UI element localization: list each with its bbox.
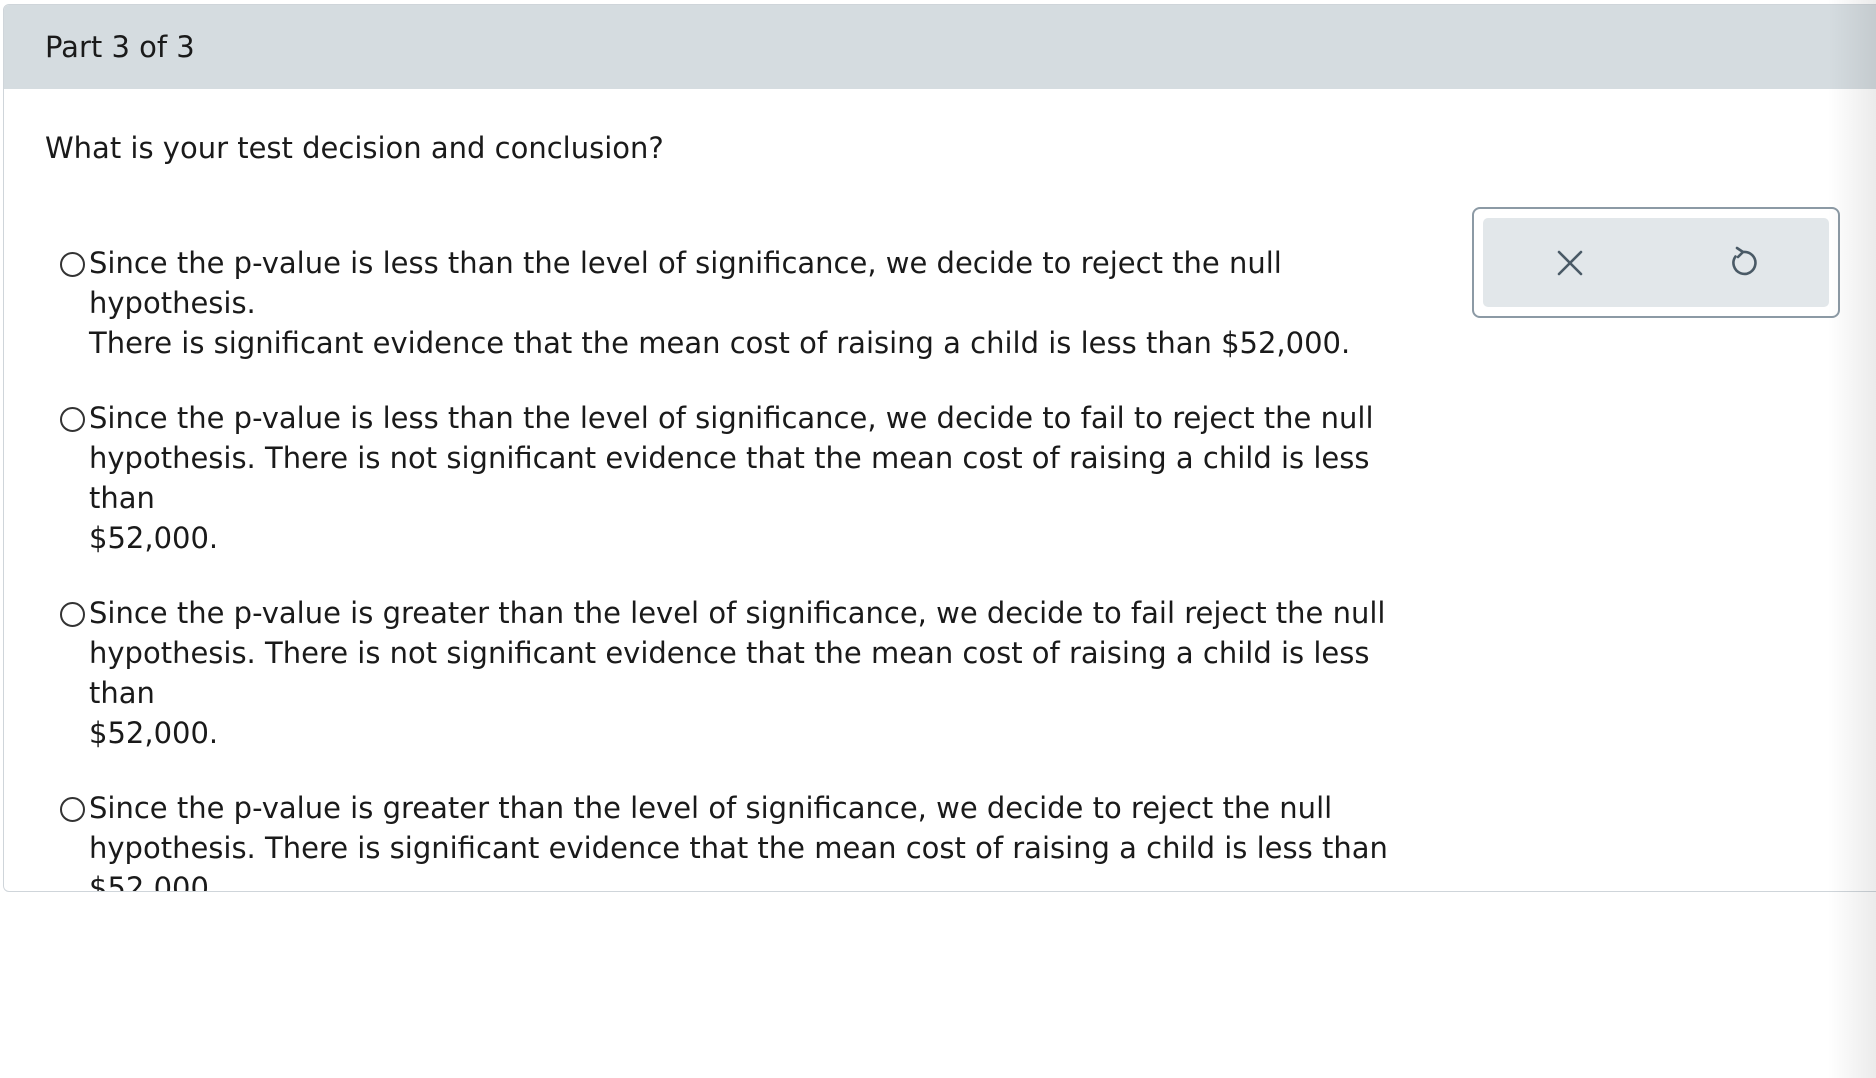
option-line: Since the p-value is less than the level… — [89, 246, 1282, 280]
option-text-3[interactable]: Since the p-value is greater than the le… — [89, 593, 1440, 753]
option-line: Since the p-value is greater than the le… — [89, 791, 1333, 825]
option-text-1[interactable]: Since the p-value is less than the level… — [89, 243, 1350, 363]
answer-tools-bar — [1483, 218, 1829, 307]
undo-icon — [1731, 246, 1757, 275]
option-line: hypothesis. There is not significant evi… — [89, 441, 1370, 515]
option-line: There is significant evidence that the m… — [89, 326, 1351, 360]
answer-option-2[interactable]: Since the p-value is less than the level… — [60, 401, 1440, 558]
panel-header: Part 3 of 3 — [4, 5, 1876, 89]
undo-button[interactable] — [1713, 233, 1773, 293]
part-title: Part 3 of 3 — [45, 30, 195, 64]
answer-option-4[interactable]: Since the p-value is greater than the le… — [60, 791, 1440, 891]
clear-button[interactable] — [1540, 233, 1600, 293]
question-text: What is your test decision and conclusio… — [45, 131, 664, 165]
option-line: hypothesis. There is not significant evi… — [89, 636, 1370, 710]
option-text-4[interactable]: Since the p-value is greater than the le… — [89, 788, 1388, 892]
question-panel: Part 3 of 3 What is your test decision a… — [3, 4, 1876, 892]
radio-button-2[interactable] — [60, 407, 85, 432]
option-line: $52,000. — [89, 871, 219, 892]
radio-button-3[interactable] — [60, 602, 85, 627]
option-line: $52,000. — [89, 716, 219, 750]
option-text-2[interactable]: Since the p-value is less than the level… — [89, 398, 1440, 558]
answer-option-3[interactable]: Since the p-value is greater than the le… — [60, 596, 1440, 753]
answer-option-1[interactable]: Since the p-value is less than the level… — [60, 246, 1440, 363]
option-line: $52,000. — [89, 521, 219, 555]
answer-options: Since the p-value is less than the level… — [60, 246, 1440, 891]
option-line: Since the p-value is less than the level… — [89, 401, 1374, 435]
answer-tools — [1472, 207, 1840, 318]
option-line: Since the p-value is greater than the le… — [89, 596, 1386, 630]
radio-button-4[interactable] — [60, 797, 85, 822]
close-icon — [1557, 250, 1582, 275]
radio-button-1[interactable] — [60, 252, 85, 277]
option-line: hypothesis. — [89, 286, 256, 320]
option-line: hypothesis. There is significant evidenc… — [89, 831, 1388, 865]
